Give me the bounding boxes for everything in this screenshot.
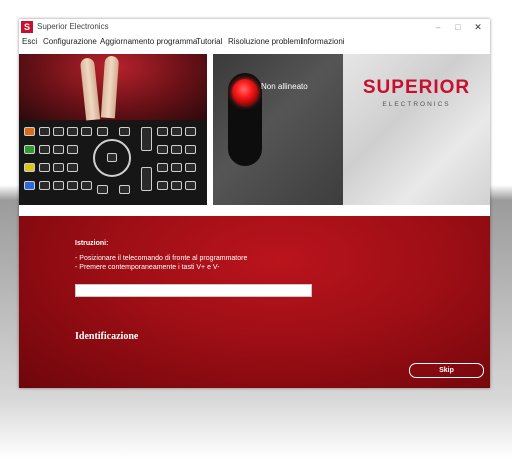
remote-key [157, 163, 168, 172]
menu-risoluzione-problemi[interactable]: Risoluzione problemi [228, 37, 302, 46]
remote-key-yellow [24, 163, 35, 172]
remote-key [67, 181, 78, 190]
maximize-icon[interactable]: □ [450, 21, 466, 33]
menu-tutorial[interactable]: Tutorial [196, 37, 222, 46]
remote-key [185, 181, 196, 190]
remote-key [53, 163, 64, 172]
menu-aggiornamento-programma[interactable]: Aggiornamento programma [100, 37, 197, 46]
instruction-line: - Posizionare il telecomando di fronte a… [75, 255, 248, 262]
remote-key [157, 145, 168, 154]
remote-key [119, 185, 130, 194]
remote-key [53, 145, 64, 154]
remote-key [81, 181, 92, 190]
remote-key-orange [24, 127, 35, 136]
remote-key [67, 163, 78, 172]
app-logo-icon: S [21, 21, 33, 33]
remote-key [81, 127, 92, 136]
remote-key [39, 163, 50, 172]
remote-key-volume [141, 127, 152, 151]
instruction-line: - Premere contemporaneamente i tasti V+ … [75, 264, 220, 271]
menu-esci[interactable]: Esci [22, 37, 37, 46]
remote-key [97, 185, 108, 194]
remote-key [185, 163, 196, 172]
remote-key [67, 145, 78, 154]
remote-key [119, 127, 130, 136]
remote-key [157, 127, 168, 136]
remote-control-image [19, 121, 207, 205]
remote-key [97, 127, 108, 136]
remote-key [157, 181, 168, 190]
identification-label: Identificazione [75, 331, 139, 342]
remote-key [185, 145, 196, 154]
remote-key [171, 127, 182, 136]
menu-bar: Esci Configurazione Aggiornamento progra… [19, 36, 490, 48]
signal-status: Non allineato [261, 82, 308, 91]
remote-key [39, 181, 50, 190]
finger-left [79, 57, 101, 121]
remote-key [171, 163, 182, 172]
remote-key [171, 181, 182, 190]
remote-key-blue [24, 181, 35, 190]
remote-key-program [141, 167, 152, 191]
menu-configurazione[interactable]: Configurazione [43, 37, 97, 46]
remote-key [39, 127, 50, 136]
red-led-icon [232, 79, 258, 105]
remote-key [185, 127, 196, 136]
tutorial-video-panel [19, 54, 207, 205]
remote-key [53, 181, 64, 190]
signal-indicator [228, 73, 262, 166]
brand-subtitle: ELECTRONICS [382, 101, 451, 108]
brand-logo-panel: SUPERIOR ELECTRONICS [343, 54, 490, 205]
minimize-icon[interactable]: – [430, 21, 446, 33]
remote-key [171, 145, 182, 154]
remote-key [39, 145, 50, 154]
title-bar: S Superior Electronics – □ ✕ [19, 19, 490, 36]
close-icon[interactable]: ✕ [470, 21, 486, 33]
finger-right [100, 55, 120, 119]
hand-image [19, 54, 207, 121]
window-title: Superior Electronics [37, 22, 109, 31]
menu-informazioni[interactable]: Informazioni [301, 37, 345, 46]
remote-key-ok [107, 153, 117, 162]
brand-logo: SUPERIOR [362, 77, 471, 98]
skip-button[interactable]: Skip [409, 363, 484, 378]
instructions-title: Istruzioni: [75, 240, 109, 247]
remote-key [67, 127, 78, 136]
progress-bar [75, 284, 312, 297]
remote-key-green [24, 145, 35, 154]
signal-panel: Non allineato [213, 54, 343, 205]
remote-key [53, 127, 64, 136]
